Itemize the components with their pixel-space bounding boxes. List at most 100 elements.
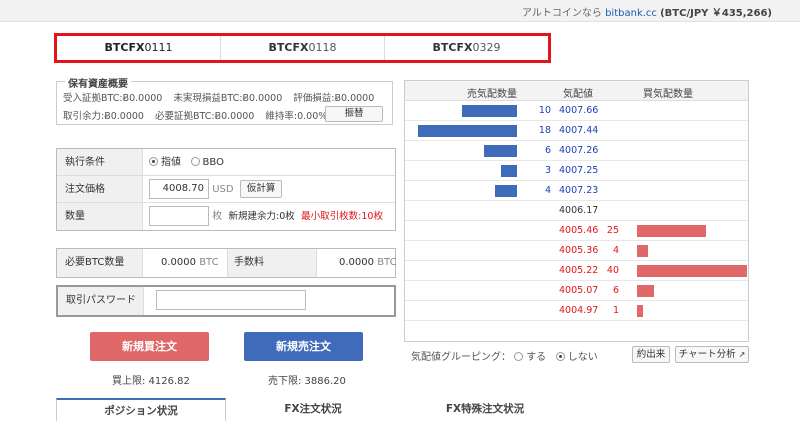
fee-unit: BTC [377, 257, 397, 268]
bid-qty: 6 [612, 285, 619, 296]
bid-qty: 40 [606, 265, 619, 276]
condition-label: 執行条件 [57, 149, 143, 175]
bottom-tabs: ポジション状況 FX注文状況 FX特殊注文状況 [56, 398, 568, 421]
password-field-group [156, 287, 306, 314]
cost-table: 必要BTC数量 0.0000 BTC 手数料 0.0000 BTC [56, 248, 397, 278]
cost-row: 必要BTC数量 0.0000 BTC 手数料 0.0000 BTC [57, 249, 397, 277]
tab-btcfx0111[interactable]: BTCFX0111 [57, 36, 221, 60]
fee-value-group: 0.0000 BTC [339, 249, 397, 276]
chart-analysis-button[interactable]: チャート分析 ↗ [675, 346, 749, 363]
ask-depth-bar [500, 165, 517, 177]
bid-price: 4005.36 [559, 245, 599, 256]
bbo-radio[interactable] [190, 157, 200, 166]
btc-jpy-rate: (BTC/JPY ￥435,266) [660, 8, 772, 19]
grouping-on-label: する [526, 352, 547, 363]
valuation-pnl: 評価損益:Ƀ0.0000 [293, 93, 375, 104]
ask-row[interactable]: 3 4007.25 [405, 161, 748, 181]
bbo-option-label: BBO [202, 157, 224, 168]
grouping-off-radio[interactable] [555, 352, 565, 361]
calc-button[interactable]: 仮計算 [239, 180, 283, 198]
bid-depth-bar [637, 305, 643, 317]
holdings-row-2: 取引余力:Ƀ0.0000 必要証拠BTC:Ƀ0.0000 維持率:0.00% [63, 108, 335, 122]
grouping-off-label: しない [567, 352, 598, 363]
order-form: 執行条件 指値 BBO 注文価格 4008.70 USD 仮計算 数量 枚 新規… [56, 148, 396, 231]
ask-qty: 6 [544, 145, 551, 156]
limit-option-label: 指値 [161, 157, 181, 168]
ask-row[interactable]: 6 4007.26 [405, 141, 748, 161]
ask-price: 4007.26 [559, 145, 599, 156]
price-unit: USD [212, 184, 234, 195]
condition-options: 指値 BBO [149, 149, 224, 176]
bid-depth-bar [637, 225, 706, 237]
need-btc-value-group: 0.0000 BTC [161, 249, 219, 276]
price-label: 注文価格 [57, 176, 143, 202]
order-book: 売気配数量 気配値 買気配数量 10 4007.66 18 4007.44 6 4007.… [404, 80, 749, 342]
password-table: 取引パスワード [56, 285, 396, 317]
ask-depth-bar [484, 145, 517, 157]
bid-price: 4004.97 [559, 305, 599, 316]
password-row: 取引パスワード [58, 287, 394, 315]
min-qty-note: 最小取引枚数:10枚 [301, 211, 383, 222]
qty-label: 数量 [57, 203, 143, 230]
password-input[interactable] [156, 290, 306, 310]
price-input[interactable]: 4008.70 [149, 179, 209, 199]
bid-depth-bar [637, 245, 648, 257]
price-row: 注文価格 4008.70 USD 仮計算 [57, 176, 395, 203]
sell-qty-header: 売気配数量 [467, 89, 517, 100]
new-sell-order-button[interactable]: 新規売注文 [244, 332, 363, 361]
qty-input[interactable] [149, 206, 209, 226]
ask-row[interactable]: 18 4007.44 [405, 121, 748, 141]
need-btc-value: 0.0000 [161, 257, 196, 268]
bid-row[interactable]: 4005.22 40 [405, 261, 748, 281]
ask-row[interactable]: 4 4007.23 [405, 181, 748, 201]
ask-price: 4007.44 [559, 125, 599, 136]
altcoin-promo: アルトコインなら bitbank.cc (BTC/JPY ￥435,266) [522, 4, 772, 19]
bid-row[interactable]: 4005.07 6 [405, 281, 748, 301]
password-label: 取引パスワード [58, 287, 144, 315]
tab-fx-special-orders[interactable]: FX特殊注文状況 [400, 398, 570, 421]
bid-row[interactable]: 4005.46 25 [405, 221, 748, 241]
ask-depth-bar [495, 185, 517, 197]
unrealized-pnl-btc: 未実現損益BTC:Ƀ0.0000 [173, 93, 283, 104]
promo-text: アルトコインなら [521, 8, 602, 19]
bid-depth-bar [637, 265, 747, 277]
deposit-btc: 受入証拠BTC:Ƀ0.0000 [63, 93, 163, 104]
bid-price: 4005.46 [559, 225, 599, 236]
transfer-button[interactable]: 振替 [325, 106, 383, 122]
mid-price: 4006.17 [559, 205, 599, 216]
bid-row[interactable]: 4004.97 1 [405, 301, 748, 321]
ask-row[interactable]: 10 4007.66 [405, 101, 748, 121]
tab-btcfx0329[interactable]: BTCFX0329 [385, 36, 548, 60]
bid-depth-bar [637, 285, 654, 297]
holdings-title: 保有資産概要 [65, 75, 131, 90]
external-link-icon: ↗ [738, 350, 746, 359]
grouping-on-radio[interactable] [514, 352, 524, 361]
holdings-row-1: 受入証拠BTC:Ƀ0.0000 未実現損益BTC:Ƀ0.0000 評価損益:Ƀ0… [63, 90, 382, 104]
new-buy-order-button[interactable]: 新規買注文 [90, 332, 209, 361]
ask-price: 4007.23 [559, 185, 599, 196]
price-header: 気配値 [563, 89, 593, 100]
limit-radio[interactable] [149, 157, 158, 166]
bid-qty: 4 [612, 245, 619, 256]
condition-row: 執行条件 指値 BBO [57, 149, 395, 176]
ask-qty: 4 [544, 185, 551, 196]
ask-depth-bar [418, 125, 517, 137]
tab-positions[interactable]: ポジション状況 [56, 398, 226, 421]
bitbank-link[interactable]: bitbank.cc [605, 8, 657, 19]
grouping-options: 気配値グルーピング： する しない [411, 348, 598, 363]
mid-price-row: 4006.17 [405, 201, 748, 221]
qty-unit: 枚 [212, 211, 223, 222]
ask-qty: 3 [544, 165, 551, 176]
ask-qty: 10 [538, 105, 551, 116]
tab-fx-orders[interactable]: FX注文状況 [228, 398, 398, 421]
grouping-label: 気配値グルーピング： [411, 352, 511, 363]
tab-btcfx0118[interactable]: BTCFX0118 [221, 36, 385, 60]
ask-price: 4007.25 [559, 165, 599, 176]
bid-qty: 1 [612, 305, 619, 316]
fee-value: 0.0000 [339, 257, 374, 268]
bid-row[interactable]: 4005.36 4 [405, 241, 748, 261]
ask-price: 4007.66 [559, 105, 599, 116]
trades-button[interactable]: 約出来 [632, 346, 670, 363]
sell-lower-limit: 売下限: 3886.20 [268, 376, 346, 387]
bid-price: 4005.07 [559, 285, 599, 296]
